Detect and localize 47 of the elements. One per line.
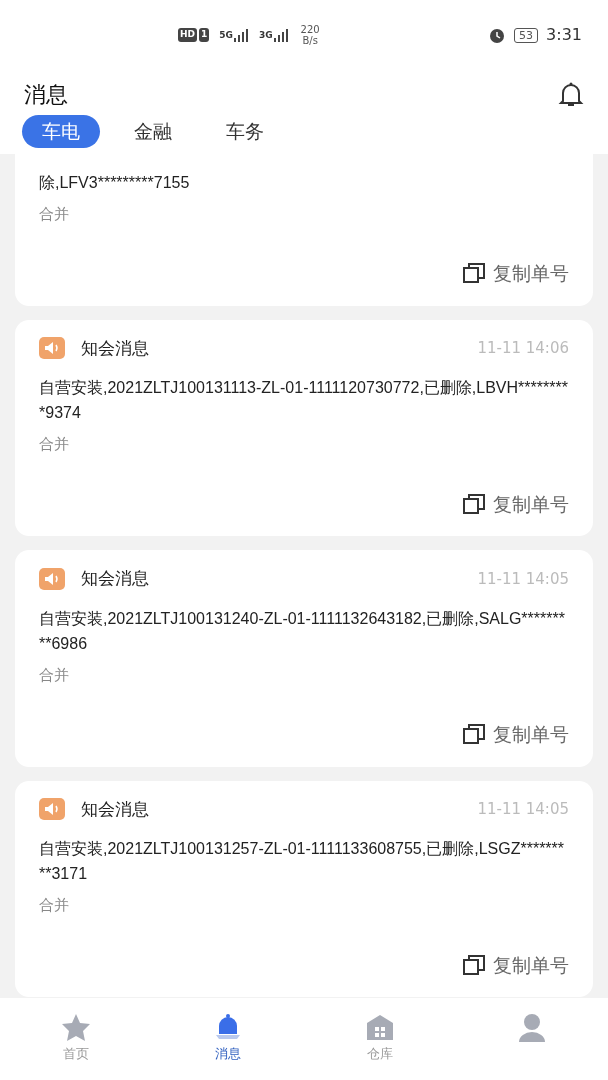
notification-icon[interactable] [558, 80, 584, 109]
speed-unit: B/s [301, 35, 319, 46]
message-title: 知会消息 [81, 567, 149, 590]
status-indicator: HD [178, 28, 197, 42]
category-tab[interactable]: 金融 [114, 115, 192, 148]
copy-icon [463, 954, 485, 975]
copy-icon [463, 724, 485, 745]
message-time: 11-11 14:05 [477, 568, 569, 590]
battery-indicator: 53 [514, 27, 539, 43]
page-title: 消息 [24, 81, 68, 109]
person-icon [516, 1012, 548, 1042]
message-tag: 合并 [39, 663, 569, 686]
alarm-icon [488, 26, 507, 44]
message-title: 知会消息 [81, 797, 149, 821]
nav-tab[interactable]: 消息 [152, 998, 304, 1080]
copy-button[interactable]: 复制单号 [463, 259, 569, 288]
network-speed: 220 [300, 24, 320, 35]
copy-button[interactable]: 复制单号 [463, 489, 569, 518]
message-title: 知会消息 [81, 336, 149, 360]
speaker-icon [39, 567, 65, 590]
copy-button[interactable]: 复制单号 [463, 950, 569, 979]
nav-tab[interactable]: 仓库 [304, 998, 456, 1080]
message-text: 自营安装,2021ZLTJ100131257-ZL-01-1111133608755,已删除,LSGZ*********3171 [39, 839, 566, 884]
message-tag: 合并 [39, 202, 569, 225]
signal-icon [272, 28, 291, 42]
message-tag: 合并 [39, 433, 569, 456]
copy-icon [463, 263, 485, 284]
category-tab[interactable]: 车电 [22, 115, 100, 148]
message-time: 11-11 14:06 [477, 338, 569, 359]
status-indicator: 1 [199, 28, 210, 42]
category-tab[interactable]: 车务 [206, 115, 284, 148]
nav-tab[interactable]: 首页 [0, 998, 152, 1080]
signal-icon [232, 28, 251, 42]
status-time: 3:31 [546, 24, 582, 46]
speaker-icon [39, 337, 65, 360]
message-time: 11-11 14:05 [477, 799, 569, 820]
message-text: 除,LFV3*********7155 [39, 172, 191, 193]
network-label: 5G [219, 28, 233, 42]
speaker-icon [39, 798, 65, 821]
message-text: 自营安装,2021ZLTJ100131240-ZL-01-1111132643182,已删除,SALG*********6986 [39, 608, 566, 654]
copy-icon [463, 493, 485, 514]
star-icon [60, 1012, 92, 1042]
copy-button[interactable]: 复制单号 [463, 720, 569, 749]
message-tag: 合并 [39, 894, 569, 917]
message-text: 自营安装,2021ZLTJ100131113-ZL-01-1111120730772,已删除,LBVH*********9374 [39, 378, 569, 423]
network-label: 3G [258, 28, 273, 42]
house-icon [364, 1012, 396, 1042]
